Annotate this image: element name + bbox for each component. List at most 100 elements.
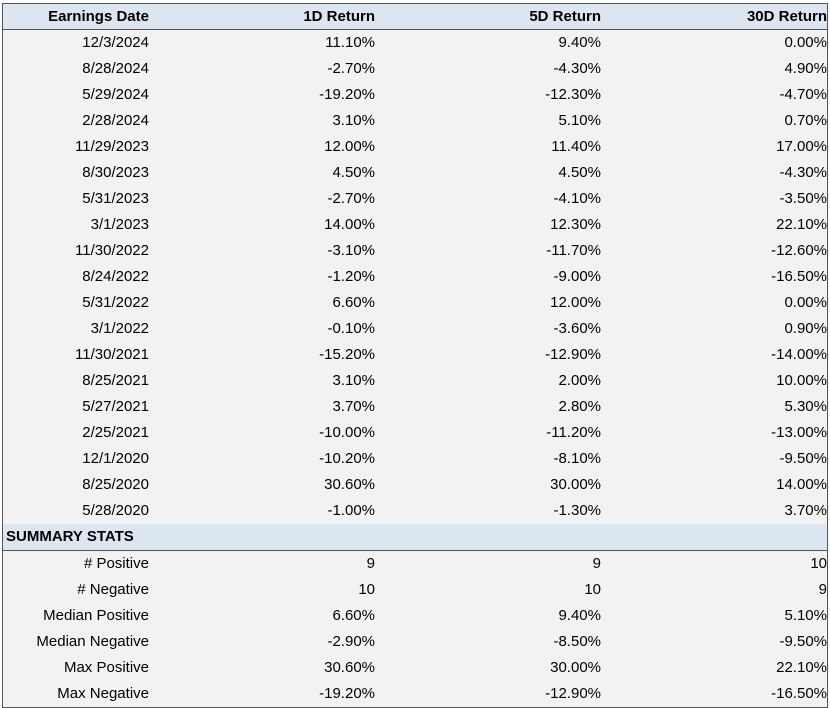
table-row: 8/25/2020 30.60% 30.00% 14.00% xyxy=(3,472,827,498)
cell-5d-return: -12.30% xyxy=(545,86,601,103)
cell-5d-return: 11.40% xyxy=(551,138,601,155)
table-row: 5/29/2024 -19.20% -12.30% -4.70% xyxy=(3,82,827,108)
table-header-row: Earnings Date 1D Return 5D Return 30D Re… xyxy=(3,4,827,30)
table-row: 5/31/2022 6.60% 12.00% 0.00% xyxy=(3,290,827,316)
cell-5d-return: 12.30% xyxy=(550,216,601,233)
cell-1d-return: 3.10% xyxy=(332,372,375,389)
cell-1d-return: -0.10% xyxy=(327,320,375,337)
cell-5d-return: -11.70% xyxy=(546,242,601,259)
cell-30d-return: 14.00% xyxy=(776,476,827,493)
cell-label: # Positive xyxy=(83,555,149,572)
cell-30d-return: -9.50% xyxy=(779,633,827,650)
cell-30d-return: 9 xyxy=(818,581,827,598)
cell-1d-return: 9 xyxy=(366,555,375,572)
cell-30d-return: -4.70% xyxy=(779,86,827,103)
earnings-returns-table: Earnings Date 1D Return 5D Return 30D Re… xyxy=(2,3,828,708)
table-row: 11/29/2023 12.00% 11.40% 17.00% xyxy=(3,134,827,160)
cell-label: 5/27/2021 xyxy=(82,398,149,415)
cell-5d-return: -3.60% xyxy=(553,320,601,337)
cell-5d-return: -1.30% xyxy=(553,502,601,519)
cell-1d-return: -1.20% xyxy=(327,268,375,285)
cell-label: 8/30/2023 xyxy=(82,164,149,181)
cell-5d-return: -12.90% xyxy=(545,346,601,363)
table-row: 3/1/2022 -0.10% -3.60% 0.90% xyxy=(3,316,827,342)
cell-30d-return: -16.50% xyxy=(771,268,827,285)
cell-1d-return: 10 xyxy=(358,581,375,598)
cell-1d-return: 11.10% xyxy=(325,34,375,51)
table-body: 12/3/2024 11.10% 9.40% 0.00% 8/28/2024 -2.70%… xyxy=(3,30,827,524)
cell-label: Median Positive xyxy=(43,607,149,624)
cell-5d-return: 9 xyxy=(592,555,601,572)
summary-stats-header: SUMMARY STATS xyxy=(3,524,827,551)
cell-5d-return: 4.50% xyxy=(558,164,601,181)
cell-label: 11/30/2022 xyxy=(75,242,149,259)
summary-row: Max Negative -19.20% -12.90% -16.50% xyxy=(3,681,827,707)
table-row: 11/30/2022 -3.10% -11.70% -12.60% xyxy=(3,238,827,264)
cell-30d-return: -14.00% xyxy=(771,346,827,363)
cell-30d-return: 4.90% xyxy=(784,60,827,77)
cell-1d-return: 6.60% xyxy=(332,607,375,624)
cell-30d-return: -4.30% xyxy=(779,164,827,181)
cell-1d-return: -2.70% xyxy=(327,190,375,207)
cell-1d-return: 3.70% xyxy=(332,398,375,415)
cell-30d-return: 17.00% xyxy=(776,138,827,155)
summary-row: Median Positive 6.60% 9.40% 5.10% xyxy=(3,603,827,629)
cell-1d-return: -10.00% xyxy=(319,424,375,441)
cell-30d-return: 0.00% xyxy=(784,34,827,51)
cell-30d-return: -12.60% xyxy=(771,242,827,259)
cell-30d-return: 22.10% xyxy=(776,216,827,233)
cell-30d-return: -16.50% xyxy=(771,685,827,702)
cell-30d-return: 5.10% xyxy=(784,607,827,624)
cell-label: 3/1/2022 xyxy=(90,320,149,337)
cell-1d-return: -3.10% xyxy=(327,242,375,259)
cell-label: 5/28/2020 xyxy=(82,502,149,519)
cell-1d-return: -2.90% xyxy=(327,633,375,650)
cell-30d-return: 10 xyxy=(810,555,827,572)
table-row: 5/27/2021 3.70% 2.80% 5.30% xyxy=(3,394,827,420)
cell-5d-return: -8.10% xyxy=(553,450,601,467)
table-row: 8/30/2023 4.50% 4.50% -4.30% xyxy=(3,160,827,186)
cell-30d-return: 0.90% xyxy=(784,320,827,337)
cell-label: 3/1/2023 xyxy=(90,216,149,233)
table-row: 12/1/2020 -10.20% -8.10% -9.50% xyxy=(3,446,827,472)
cell-1d-return: -1.00% xyxy=(327,502,375,519)
cell-label: 8/25/2020 xyxy=(82,476,149,493)
table-row: 5/31/2023 -2.70% -4.10% -3.50% xyxy=(3,186,827,212)
header-1d-return: 1D Return xyxy=(303,8,375,25)
cell-label: 8/24/2022 xyxy=(82,268,149,285)
cell-label: 11/30/2021 xyxy=(75,346,149,363)
table-row: 2/25/2021 -10.00% -11.20% -13.00% xyxy=(3,420,827,446)
table-row: 8/28/2024 -2.70% -4.30% 4.90% xyxy=(3,56,827,82)
cell-5d-return: 9.40% xyxy=(558,34,601,51)
table-row: 12/3/2024 11.10% 9.40% 0.00% xyxy=(3,30,827,56)
cell-30d-return: -3.50% xyxy=(779,190,827,207)
cell-5d-return: -12.90% xyxy=(545,685,601,702)
cell-label: Max Positive xyxy=(63,659,149,676)
table-row: 11/30/2021 -15.20% -12.90% -14.00% xyxy=(3,342,827,368)
cell-30d-return: -13.00% xyxy=(771,424,827,441)
cell-1d-return: -19.20% xyxy=(319,86,375,103)
cell-30d-return: 3.70% xyxy=(784,502,827,519)
cell-label: 8/28/2024 xyxy=(82,60,149,77)
table-row: 2/28/2024 3.10% 5.10% 0.70% xyxy=(3,108,827,134)
cell-5d-return: -4.10% xyxy=(553,190,601,207)
cell-1d-return: 6.60% xyxy=(332,294,375,311)
cell-30d-return: 0.70% xyxy=(784,112,827,129)
cell-30d-return: 5.30% xyxy=(784,398,827,415)
cell-label: # Negative xyxy=(77,581,149,598)
summary-row: # Positive 9 9 10 xyxy=(3,551,827,577)
summary-row: Max Positive 30.60% 30.00% 22.10% xyxy=(3,655,827,681)
cell-label: 5/31/2023 xyxy=(82,190,149,207)
cell-5d-return: -4.30% xyxy=(553,60,601,77)
summary-stats-title: SUMMARY STATS xyxy=(6,528,134,545)
cell-1d-return: 3.10% xyxy=(332,112,375,129)
cell-1d-return: 12.00% xyxy=(324,138,375,155)
cell-label: Median Negative xyxy=(36,633,149,650)
cell-5d-return: -11.20% xyxy=(546,424,601,441)
summary-row: # Negative 10 10 9 xyxy=(3,577,827,603)
cell-5d-return: 2.00% xyxy=(558,372,601,389)
cell-label: 5/29/2024 xyxy=(82,86,149,103)
cell-5d-return: 30.00% xyxy=(550,659,601,676)
cell-1d-return: -15.20% xyxy=(319,346,375,363)
cell-30d-return: 22.10% xyxy=(776,659,827,676)
